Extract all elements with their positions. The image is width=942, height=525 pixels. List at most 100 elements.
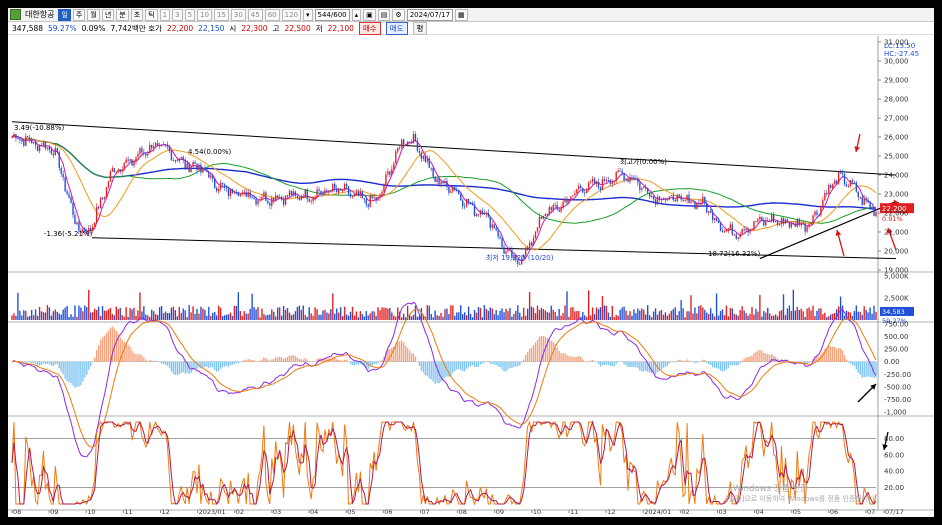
macd-histogram-bar [341, 360, 344, 362]
candle-body [357, 191, 360, 195]
flat-button[interactable]: 평 [412, 22, 428, 35]
macd-histogram-bar [129, 346, 131, 362]
interval-30[interactable]: 30 [230, 8, 246, 21]
volume-bar [546, 312, 549, 320]
candle-body [432, 167, 434, 177]
candle-body [442, 182, 444, 184]
macd-histogram-bar [532, 345, 535, 362]
candle-body [434, 176, 436, 182]
interval-120[interactable]: 120 [281, 8, 302, 21]
toolbar: 대한항공 일 주 월 년 분 초 틱 1 3 5 10 15 30 45 60 … [8, 8, 934, 22]
macd-histogram-bar [40, 361, 43, 366]
volume-bar [300, 309, 302, 320]
date-input[interactable]: 2024/07/17 [406, 8, 454, 21]
volume-bar [357, 317, 360, 320]
macd-histogram-bar [519, 361, 521, 366]
volume-bar [832, 313, 834, 320]
volume-bar [717, 315, 720, 320]
volume-bar [338, 312, 340, 320]
macd-histogram-bar [755, 351, 757, 362]
candle-body [214, 178, 216, 189]
price-tick-label: 26,000 [884, 134, 909, 142]
candle-body [611, 182, 613, 184]
buy-button[interactable]: 매수 [358, 22, 381, 35]
macd-histogram-bar [338, 359, 340, 362]
gear-icon[interactable]: ⚙ [392, 8, 405, 21]
interval-5[interactable]: 5 [184, 8, 196, 21]
interval-3[interactable]: 3 [172, 8, 183, 21]
interval-1[interactable]: 1 [159, 8, 171, 21]
tab-day[interactable]: 일 [58, 8, 71, 21]
macd-histogram-bar [717, 361, 720, 369]
candle-body [66, 191, 68, 194]
candle-body [196, 163, 198, 171]
macd-histogram-bar [698, 361, 700, 363]
candle-body [393, 163, 395, 169]
candle-body [347, 186, 350, 195]
macd-histogram-bar [637, 361, 639, 369]
volume-bar [210, 316, 212, 320]
candle-body [131, 159, 133, 166]
macd-histogram-bar [99, 339, 102, 362]
macd-histogram-bar [343, 359, 346, 362]
macd-histogram-bar [29, 361, 31, 363]
volume-bar [369, 313, 371, 320]
save-icon[interactable]: ▣ [363, 8, 376, 21]
date-tick-label: 06 [830, 508, 838, 516]
tab-year[interactable]: 년 [101, 8, 115, 21]
candle-body [477, 214, 480, 216]
stock-icon[interactable] [10, 9, 21, 20]
tab-month[interactable]: 월 [87, 8, 100, 21]
candle-body [166, 144, 169, 147]
stock-name[interactable]: 대한항공 [23, 9, 56, 20]
count-input[interactable]: 544/600 [314, 8, 350, 21]
volume-bar [225, 314, 228, 320]
candle-body [483, 213, 486, 215]
tab-week[interactable]: 주 [72, 8, 86, 21]
interval-60[interactable]: 60 [264, 8, 280, 21]
candle-body [444, 180, 446, 184]
chart-area[interactable]: 3.49(-10.88%) 4.54(0.00%) -1.36(-5.21%) 최저 … [8, 36, 934, 517]
scroll-up-icon[interactable]: ▴ [351, 8, 362, 21]
volume-bar [515, 310, 517, 320]
interval-45[interactable]: 45 [247, 8, 263, 21]
tab-tick[interactable]: 틱 [145, 8, 158, 21]
volume-bar [818, 308, 820, 320]
volume-bar [875, 311, 877, 320]
macd-histogram-bar [597, 361, 600, 365]
macd-histogram-bar [853, 361, 856, 366]
candle-body [178, 158, 180, 161]
volume-bar [767, 307, 769, 320]
tab-minute[interactable]: 분 [116, 8, 129, 21]
candle-body [231, 188, 234, 193]
volume-bar [493, 314, 495, 320]
calendar-icon[interactable]: ▦ [455, 8, 468, 21]
candle-body [371, 195, 373, 199]
volume-bar [741, 306, 743, 320]
volume-bar [692, 313, 694, 320]
print-icon[interactable]: ▤ [377, 8, 391, 21]
macd-histogram-bar [475, 361, 478, 368]
candle-body [292, 191, 295, 196]
quote-pct: 59.27% [48, 24, 77, 33]
candle-body [399, 147, 401, 149]
candle-body [647, 188, 649, 193]
count-value: 544 [317, 10, 331, 19]
price-tick-label: 23,000 [884, 191, 909, 199]
volume-bar [416, 316, 419, 320]
volume-bar [391, 312, 393, 320]
volume-bar [469, 313, 472, 320]
macd-histogram-bar [534, 342, 537, 362]
interval-10[interactable]: 10 [197, 8, 212, 21]
macd-histogram-bar [828, 345, 830, 362]
candle-body [312, 197, 314, 201]
candle-body [367, 204, 369, 207]
sell-button[interactable]: 매도 [385, 22, 408, 35]
interval-15[interactable]: 15 [213, 8, 229, 21]
candle-body [330, 190, 332, 192]
volume-bar [706, 312, 708, 320]
volume-bar [586, 316, 588, 320]
interval-dropdown-icon[interactable]: ▾ [303, 8, 313, 21]
macd-histogram-bar [515, 361, 517, 367]
tab-second[interactable]: 초 [130, 8, 144, 21]
